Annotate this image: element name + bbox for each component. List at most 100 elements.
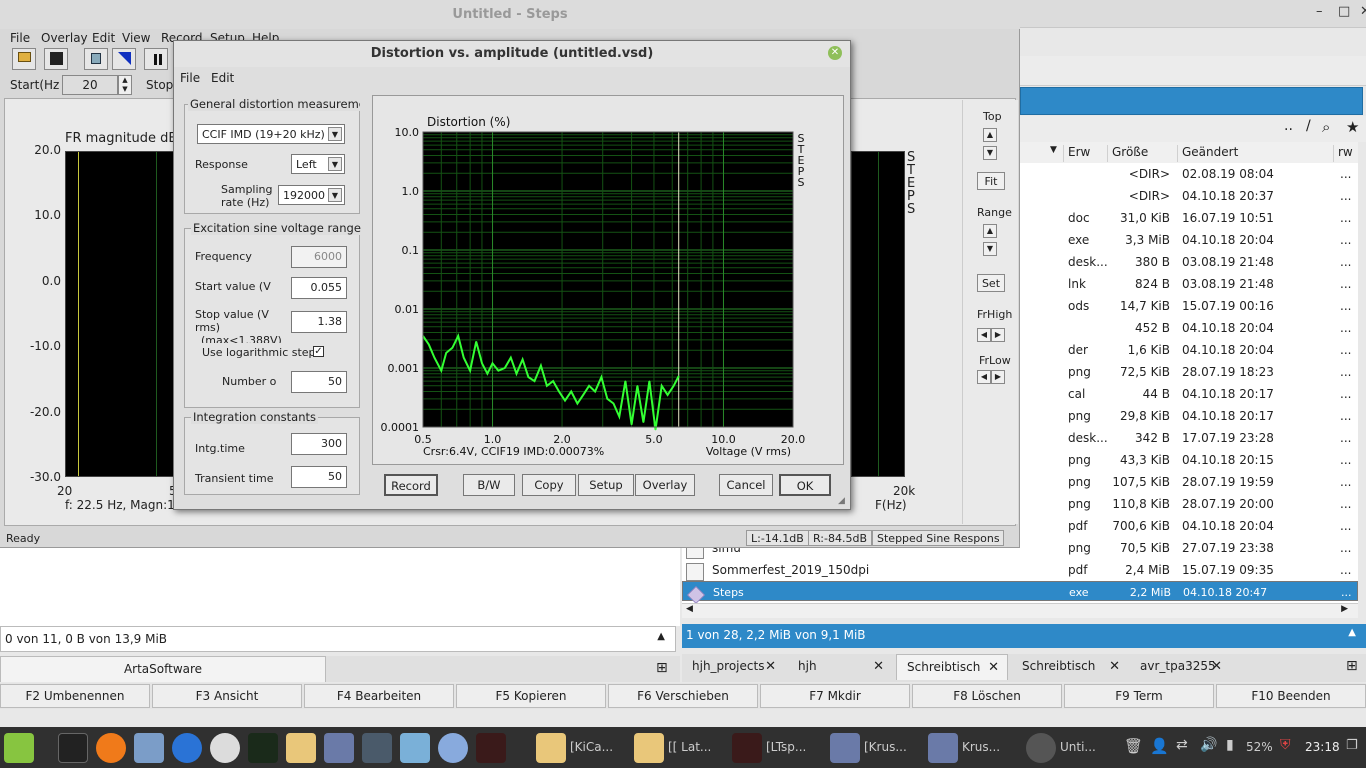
menu-edit[interactable]: Edit [92, 31, 115, 45]
table-row[interactable]: Sommerfest_2019_150dpi pdf 2,4 MiB 15.07.19… [682, 559, 1358, 581]
top-down-icon[interactable]: ▼ [983, 146, 997, 160]
fkey-button[interactable]: F8 Löschen [912, 684, 1062, 708]
close-icon[interactable]: ✕ [873, 659, 884, 674]
tab-2[interactable]: Schreibtisch ✕ [896, 654, 1008, 680]
kicad-icon[interactable] [286, 733, 316, 763]
new-tab-icon[interactable]: ⊞ [656, 660, 668, 676]
ltspice-icon[interactable] [476, 733, 506, 763]
user-icon[interactable]: 👤 [1150, 737, 1169, 755]
h-scrollbar[interactable]: ◀ ▶ [682, 603, 1358, 618]
fkey-button[interactable]: F7 Mkdir [760, 684, 910, 708]
dialog-menu-file[interactable]: File [180, 71, 200, 85]
fkey-button[interactable]: F6 Verschieben [608, 684, 758, 708]
mail-icon[interactable] [134, 733, 164, 763]
col-date[interactable]: Geändert [1178, 145, 1334, 162]
task-latex[interactable]: [[ Lat... [668, 740, 711, 754]
fkey-button[interactable]: F10 Beenden [1216, 684, 1366, 708]
resize-grip-icon[interactable]: ◢ [838, 496, 845, 506]
shield-icon[interactable]: ⛨ [1280, 737, 1291, 753]
fr-plot-left[interactable] [65, 151, 177, 477]
krusader-icon[interactable] [324, 733, 354, 763]
close-icon[interactable]: ✕ [828, 46, 842, 60]
col-rw[interactable]: rw [1334, 145, 1358, 162]
task-ltspice[interactable]: [LTsp... [766, 740, 806, 754]
volume-icon[interactable]: 🔊 [1200, 737, 1217, 753]
tab-artasoftware[interactable]: ArtaSoftware [0, 656, 326, 682]
ltspice-task-icon[interactable] [732, 733, 762, 763]
chevron-up-icon[interactable]: ▲ [657, 631, 665, 642]
menu-overlay[interactable]: Overlay [41, 31, 88, 45]
close-icon[interactable]: ✕ [765, 659, 776, 674]
frlow-right-icon[interactable]: ▶ [991, 370, 1005, 384]
trash-icon[interactable]: 🗑 [1124, 737, 1143, 755]
distortion-chart[interactable]: 10.01.00.10.010.0010.00010.5 1.0 2.0 5.0 10.… [373, 96, 843, 464]
task-krusader-2[interactable]: Krus... [962, 740, 1000, 754]
col-size[interactable]: Größe [1108, 145, 1178, 162]
sort-chevron-icon[interactable]: ▼ [1020, 145, 1064, 162]
plot-area[interactable] [423, 132, 793, 427]
root-dir[interactable]: / [1306, 118, 1311, 134]
chrome-icon[interactable] [210, 733, 240, 763]
menu-view[interactable]: View [122, 31, 150, 45]
desktop-icon[interactable] [362, 733, 392, 763]
minimize-icon[interactable]: – [1316, 4, 1323, 19]
scrollbar[interactable] [1358, 163, 1366, 603]
up-dir[interactable]: .. [1284, 118, 1293, 134]
dialog-menu-edit[interactable]: Edit [211, 71, 234, 85]
tab-3[interactable]: Schreibtisch ✕ [1012, 654, 1128, 680]
fit-button[interactable]: Fit [977, 172, 1005, 190]
record-button[interactable]: Record [384, 474, 438, 496]
pause-icon[interactable] [144, 48, 168, 70]
tab-0[interactable]: hjh_projects ✕ [682, 654, 784, 680]
stop-value-input[interactable]: 1.38 [291, 311, 347, 333]
close-icon[interactable]: ✕ [1109, 659, 1120, 674]
path-bar[interactable] [1020, 87, 1363, 115]
bluetooth-icon[interactable] [172, 733, 202, 763]
close-icon[interactable]: ✕ [988, 660, 999, 675]
firefox-icon[interactable] [96, 733, 126, 763]
save-icon[interactable] [44, 48, 68, 70]
ok-button[interactable]: OK [779, 474, 831, 496]
copy-button[interactable]: Copy [522, 474, 576, 496]
new-tab-icon[interactable]: ⊞ [1346, 658, 1358, 674]
start-hz-input[interactable]: 20 [62, 75, 118, 95]
response-select[interactable]: Left ▼ [291, 154, 345, 174]
log-step-checkbox[interactable]: ✓ [313, 346, 324, 357]
fkey-button[interactable]: F9 Term [1064, 684, 1214, 708]
start-hz-spinner[interactable]: ▲ ▼ [118, 75, 132, 95]
tab-1[interactable]: hjh ✕ [788, 654, 892, 680]
camera-icon[interactable] [400, 733, 430, 763]
fkey-button[interactable]: F2 Umbenennen [0, 684, 150, 708]
copy-icon[interactable] [84, 48, 108, 70]
top-up-icon[interactable]: ▲ [983, 128, 997, 142]
network-icon[interactable]: ⇄ [1176, 737, 1188, 753]
app-icon[interactable] [438, 733, 468, 763]
task-untitled[interactable]: Unti... [1060, 740, 1096, 754]
fkey-button[interactable]: F5 Kopieren [456, 684, 606, 708]
range-up-icon[interactable]: ▲ [983, 224, 997, 238]
terminal-icon[interactable] [58, 733, 88, 763]
close-icon[interactable]: ✕ [1360, 4, 1366, 19]
scope-icon[interactable] [248, 733, 278, 763]
overlay-button[interactable]: Overlay [635, 474, 695, 496]
search-icon[interactable]: ⌕ [1322, 118, 1330, 136]
bw-button[interactable]: B/W [463, 474, 515, 496]
frhigh-right-icon[interactable]: ▶ [991, 328, 1005, 342]
menu-file[interactable]: File [10, 31, 30, 45]
task-kicad[interactable]: [KiCa... [570, 740, 613, 754]
frhigh-left-icon[interactable]: ◀ [977, 328, 991, 342]
frequency-input[interactable]: 6000 [291, 246, 347, 268]
cancel-button[interactable]: Cancel [719, 474, 773, 496]
frlow-left-icon[interactable]: ◀ [977, 370, 991, 384]
battery-icon[interactable]: ▮ [1226, 737, 1234, 753]
maximize-icon[interactable]: □ [1338, 4, 1350, 19]
setup-button[interactable]: Setup [578, 474, 634, 496]
tab-4[interactable]: avr_tpa3255 ✕ [1130, 654, 1230, 680]
star-icon[interactable]: ★ [1346, 118, 1359, 136]
show-desktop-icon[interactable]: ❐ [1346, 738, 1358, 753]
range-down-icon[interactable]: ▼ [983, 242, 997, 256]
task-krusader-1[interactable]: [Krus... [864, 740, 907, 754]
number-input[interactable]: 50 [291, 371, 347, 393]
fkey-button[interactable]: F3 Ansicht [152, 684, 302, 708]
fkey-button[interactable]: F4 Bearbeiten [304, 684, 454, 708]
